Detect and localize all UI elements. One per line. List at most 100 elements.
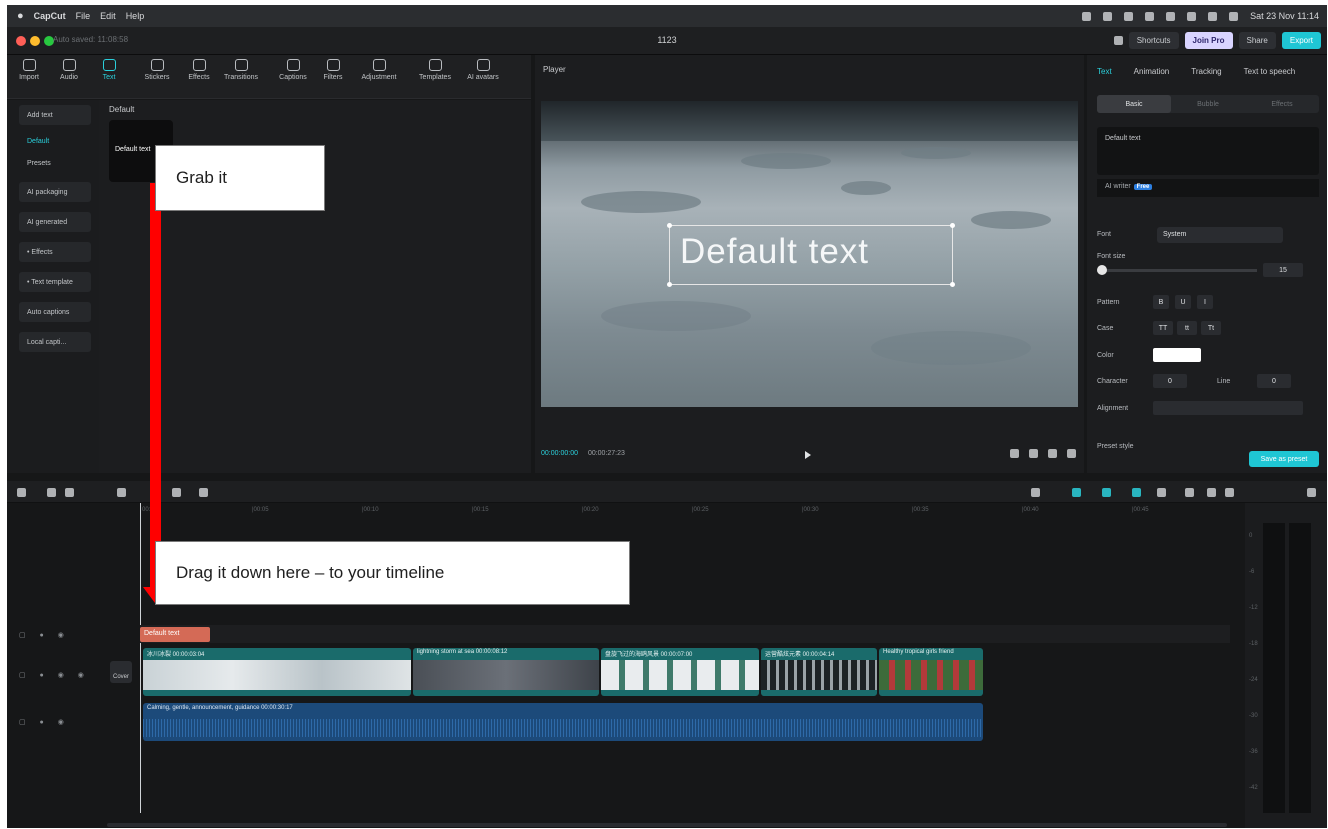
cover-button[interactable]: Cover	[110, 661, 132, 683]
timeline-ruler[interactable]: 00:00 |00:05 |00:10 |00:15 |00:20 |00:25…	[142, 503, 1242, 517]
wifi-icon[interactable]	[1187, 11, 1197, 21]
menu-help[interactable]: Help	[126, 11, 145, 21]
split-icon[interactable]	[117, 488, 126, 497]
timeline-scrollbar[interactable]	[107, 823, 1227, 827]
character-spacing-input[interactable]: 0	[1153, 374, 1187, 388]
join-pro-button[interactable]: Join Pro	[1184, 32, 1233, 49]
control-center-icon[interactable]	[1229, 11, 1239, 21]
preview-icon[interactable]	[1185, 488, 1194, 497]
line-spacing-input[interactable]: 0	[1257, 374, 1291, 388]
status-icon[interactable]	[1145, 11, 1155, 21]
italic-button[interactable]: I	[1197, 295, 1213, 309]
subtab-bubble[interactable]: Bubble	[1171, 95, 1245, 113]
undo-icon[interactable]	[47, 488, 56, 497]
text-content-input[interactable]: Default text	[1097, 127, 1319, 175]
tool-import[interactable]: Import	[9, 59, 49, 81]
tab-animation[interactable]: Animation	[1134, 67, 1170, 76]
subtab-effects[interactable]: Effects	[1245, 95, 1319, 113]
status-icon[interactable]	[1103, 11, 1113, 21]
share-button[interactable]: Share	[1238, 32, 1276, 49]
shortcuts-button[interactable]: Shortcuts	[1128, 32, 1179, 49]
text-overlay-box[interactable]: Default text	[667, 223, 955, 287]
resize-handle[interactable]	[667, 223, 672, 228]
underline-button[interactable]: U	[1175, 295, 1191, 309]
resize-handle[interactable]	[950, 223, 955, 228]
video-clip[interactable]: 冰川冰裂 00:00:03:04	[143, 648, 411, 696]
tool-audio[interactable]: Audio	[49, 59, 89, 81]
menu-file[interactable]: File	[76, 11, 91, 21]
tool-adjustment[interactable]: Adjustment	[359, 59, 399, 81]
video-clip[interactable]: Healthy tropical girls friend	[879, 648, 983, 696]
tool-templates[interactable]: Templates	[415, 59, 455, 81]
case-title-button[interactable]: Tt	[1201, 321, 1221, 335]
quality-icon[interactable]	[1048, 449, 1057, 458]
menu-edit[interactable]: Edit	[100, 11, 116, 21]
subtab-basic[interactable]: Basic	[1097, 95, 1171, 113]
video-clip[interactable]: lightning storm at sea 00:00:08:12	[413, 648, 599, 696]
nav-presets[interactable]: Presets	[19, 153, 91, 173]
link-icon[interactable]	[1072, 488, 1081, 497]
resize-handle[interactable]	[950, 282, 955, 287]
tool-transitions[interactable]: Transitions	[221, 59, 261, 81]
tab-text[interactable]: Text	[1097, 67, 1112, 76]
settings-icon[interactable]	[1307, 488, 1316, 497]
link-icon[interactable]	[1132, 488, 1141, 497]
audio-track-controls[interactable]: ▢ ● ◉	[19, 718, 70, 726]
nav-effects[interactable]: • Effects	[19, 242, 91, 262]
text-track[interactable]	[140, 625, 1230, 643]
status-icon[interactable]	[1124, 11, 1134, 21]
menu-clock[interactable]: Sat 23 Nov 11:14	[1250, 11, 1319, 21]
nav-local-captions[interactable]: Local capti...	[19, 332, 91, 352]
crop-icon[interactable]	[1029, 449, 1038, 458]
apple-icon[interactable]: ●	[17, 10, 24, 22]
minimize-window-icon[interactable]	[30, 36, 40, 46]
tab-text-to-speech[interactable]: Text to speech	[1244, 67, 1296, 76]
ratio-icon[interactable]	[1010, 449, 1019, 458]
nav-text-template[interactable]: • Text template	[19, 272, 91, 292]
case-lower-button[interactable]: tt	[1177, 321, 1197, 335]
color-swatch[interactable]	[1153, 348, 1201, 362]
font-size-slider[interactable]	[1097, 265, 1257, 275]
battery-icon[interactable]	[1166, 11, 1176, 21]
nav-ai-generated[interactable]: AI generated	[19, 212, 91, 232]
audio-clip[interactable]: Calming, gentle, announcement, guidance …	[143, 703, 983, 741]
tab-tracking[interactable]: Tracking	[1191, 67, 1221, 76]
nav-auto-captions[interactable]: Auto captions	[19, 302, 91, 322]
close-window-icon[interactable]	[16, 36, 26, 46]
bold-button[interactable]: B	[1153, 295, 1169, 309]
save-as-preset-button[interactable]: Save as preset	[1249, 451, 1319, 467]
snap-icon[interactable]	[1157, 488, 1166, 497]
redo-icon[interactable]	[65, 488, 74, 497]
zoom-icon[interactable]	[1207, 488, 1216, 497]
ai-writer-button[interactable]: AI writer Free	[1097, 179, 1319, 197]
nav-ai-packaging[interactable]: AI packaging	[19, 182, 91, 202]
nav-add-text[interactable]: Add text	[19, 105, 91, 125]
slider-knob[interactable]	[1097, 265, 1107, 275]
tool-effects[interactable]: Effects	[179, 59, 219, 81]
search-icon[interactable]	[1208, 11, 1218, 21]
tool-text[interactable]: Text	[89, 59, 129, 81]
alignment-buttons[interactable]	[1153, 401, 1303, 415]
video-preview[interactable]: Default text	[541, 101, 1078, 407]
resize-handle[interactable]	[667, 282, 672, 287]
playhead[interactable]	[140, 503, 141, 813]
link-icon[interactable]	[1102, 488, 1111, 497]
tool-stickers[interactable]: Stickers	[137, 59, 177, 81]
export-button[interactable]: Export	[1281, 32, 1321, 49]
mic-icon[interactable]	[1031, 488, 1040, 497]
fullscreen-icon[interactable]	[1067, 449, 1076, 458]
status-icon[interactable]	[1082, 11, 1092, 21]
menu-app-name[interactable]: CapCut	[34, 11, 66, 21]
nav-default[interactable]: Default	[19, 131, 91, 151]
play-icon[interactable]	[805, 451, 811, 459]
font-size-input[interactable]: 15	[1263, 263, 1303, 277]
video-track-controls[interactable]: ▢ ● ◉ ◉	[19, 671, 90, 679]
tool-filters[interactable]: Filters	[313, 59, 353, 81]
tool-ai-avatars[interactable]: AI avatars	[463, 59, 503, 81]
crop-icon[interactable]	[199, 488, 208, 497]
text-clip[interactable]: Default text	[140, 627, 210, 642]
tool-captions[interactable]: Captions	[273, 59, 313, 81]
case-upper-button[interactable]: TT	[1153, 321, 1173, 335]
font-select[interactable]: System	[1157, 227, 1283, 243]
layout-icon[interactable]	[1113, 36, 1123, 45]
